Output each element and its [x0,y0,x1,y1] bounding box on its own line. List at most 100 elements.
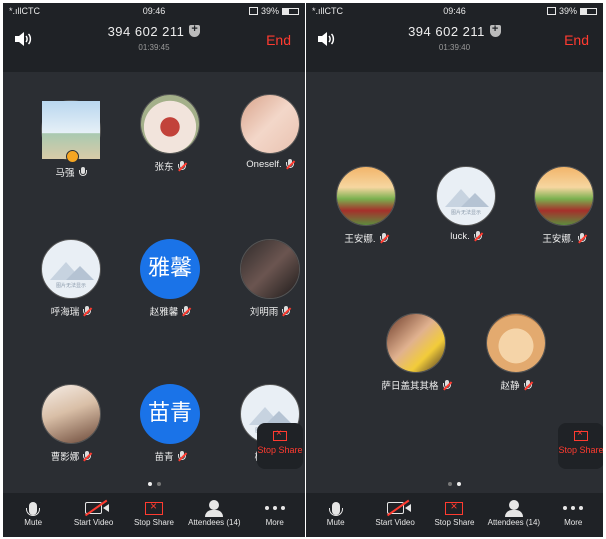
toolbar-label: Mute [24,518,43,527]
participant-name: 张东 [154,162,174,173]
participant-tile[interactable]: 张东 [120,94,220,173]
avatar-photo [535,167,593,225]
mic-icon [4,498,62,518]
video-off-icon [65,498,123,518]
more-button[interactable]: More [544,493,602,537]
avatar [534,166,594,226]
floating-share-label: Stop Share [257,445,303,455]
avatar-text: 雅馨 [147,255,192,280]
participant-tile[interactable]: 图片无法显示 呼海瑞 [21,239,121,318]
shield-icon [189,23,201,37]
more-icon [246,498,304,518]
mic-muted-icon [177,160,187,172]
participant-name-row: 呼海瑞 [21,304,121,318]
host-badge-icon [66,150,79,163]
participant-tile[interactable]: Oneself. [220,94,305,170]
more-button[interactable]: More [246,493,304,537]
participant-name-row: luck. [416,231,516,242]
page-dot[interactable] [448,482,452,486]
participant-name-row: 赵雅馨 [120,304,220,318]
participant-name: luck. [450,231,470,242]
video-off-icon [366,498,424,518]
participant-name: 王安娜. [542,234,574,245]
stop-share-button[interactable]: Stop Share [425,493,483,537]
participant-tile[interactable]: 王安娜. [316,166,416,245]
participant-tile[interactable]: 刘明雨 [220,239,305,318]
battery-icon [580,7,597,15]
toolbar-label: Attendees (14) [487,518,541,527]
share-stop-icon [425,498,483,518]
toolbar-label: Stop Share [434,518,475,527]
mic-muted-icon [83,450,93,462]
avatar-photo [387,314,445,372]
start-video-button[interactable]: Start Video [65,493,123,537]
stop-share-button[interactable]: Stop Share [125,493,183,537]
attendees-icon [185,498,243,518]
mic-muted-icon [379,232,389,244]
participant-tile[interactable]: 苗青 苗青 [120,384,220,463]
avatar [486,313,546,373]
floating-stop-share-button[interactable]: Stop Share [558,423,603,469]
floating-stop-share-button[interactable]: Stop Share [257,423,303,469]
participant-tile[interactable]: 曹影娜 [21,384,121,463]
page-dot[interactable] [147,482,152,486]
participant-tile[interactable]: 赵静 [466,313,566,392]
end-button[interactable]: End [564,32,589,48]
toolbar-label: Start Video [73,518,114,527]
toolbar-label: Attendees (14) [188,518,241,527]
participant-name: 曹影娜 [50,452,80,463]
toolbar-label: Mute [326,518,345,527]
placeholder-caption: 图片无法显示 [450,210,481,216]
avatar: 苗青 [140,384,200,444]
participant-name: 王安娜. [344,234,376,245]
mic-icon [78,166,87,178]
more-icon [544,498,602,518]
participant-tile[interactable]: 马强 [21,100,121,179]
avatar-photo [42,385,100,443]
attendees-button[interactable]: Attendees (14) [185,493,243,537]
participant-tile[interactable]: 萨日盖其其格 [366,313,466,392]
mute-button[interactable]: Mute [307,493,365,537]
attendees-icon [485,498,543,518]
participant-name: 苗青 [154,452,174,463]
bottom-toolbar: Mute Start Video Stop Share Attendees (14) M… [306,493,603,537]
toolbar-label: Stop Share [133,518,174,527]
avatar [240,239,300,299]
participant-name-row: 王安娜. [514,231,603,245]
participant-tile[interactable]: 王安娜. [514,166,603,245]
page-dot[interactable] [156,482,161,486]
avatar [41,384,101,444]
mic-muted-icon [182,305,192,317]
participant-name-row: Oneself. [220,159,305,170]
shield-icon [489,23,501,37]
avatar-photo [141,95,199,153]
participant-tile[interactable]: 图片无法显示 luck. [416,166,516,242]
participant-name-row: 曹影娜 [21,449,121,463]
toolbar-label: Start Video [375,518,415,527]
start-video-button[interactable]: Start Video [366,493,424,537]
end-button[interactable]: End [266,32,291,48]
page-dot[interactable] [457,482,461,486]
mic-muted-icon [282,305,292,317]
mic-muted-icon [285,159,295,170]
mute-button[interactable]: Mute [4,493,62,537]
participant-name-row: 刘明雨 [220,304,305,318]
meeting-id[interactable]: 394 602 211 [3,23,305,39]
mic-muted-icon [83,305,93,317]
toolbar-label: More [564,518,583,527]
participant-name-row: 马强 [21,165,121,179]
participant-tile[interactable]: 雅馨 赵雅馨 [120,239,220,318]
floating-share-label: Stop Share [558,445,603,455]
page-indicator [3,482,305,486]
avatar-photo [241,240,299,298]
meeting-id[interactable]: 394 602 211 [306,23,603,39]
share-stop-icon [574,428,588,441]
avatar-photo [337,167,395,225]
avatar [140,94,200,154]
attendees-button[interactable]: Attendees (14) [485,493,543,537]
mic-muted-icon [442,379,452,391]
sim-icon [248,7,258,15]
meeting-timer: 01:39:40 [438,43,471,52]
avatar [240,94,300,154]
avatar-photo [241,95,299,153]
